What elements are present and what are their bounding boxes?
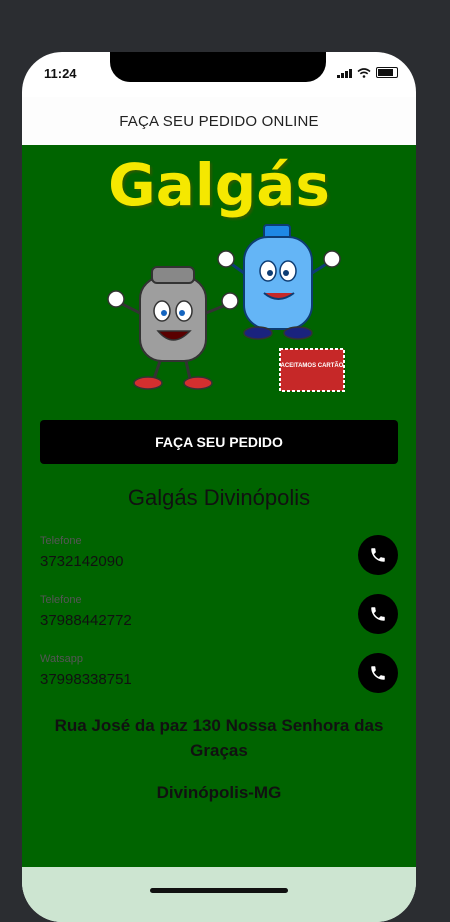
contact-phone: 37988442772 — [40, 612, 132, 629]
store-address: Rua José da paz 130 Nossa Senhora das Gr… — [54, 716, 384, 760]
brand-logo: Galgás — [108, 151, 330, 219]
status-time: 11:24 — [44, 66, 77, 81]
app-bar: FAÇA SEU PEDIDO ONLINE — [22, 97, 416, 145]
battery-icon — [376, 67, 398, 78]
gas-cylinder-mascot — [107, 266, 239, 390]
mascot-illustration: ACEITAMOS CARTÃO — [107, 224, 345, 392]
main-content: Galgás ACEITAMOS CARTÃO FAÇA SEU PEDIDO … — [22, 145, 416, 867]
store-city: Divinópolis-MG — [156, 783, 282, 802]
phone-icon — [371, 548, 385, 562]
contact-row: Telefone 3732142090 — [40, 535, 398, 583]
phone-icon — [371, 666, 385, 680]
signal-icon — [337, 68, 352, 78]
app-bar-title: FAÇA SEU PEDIDO ONLINE — [119, 112, 319, 130]
card-badge-text: ACEITAMOS CARTÃO — [281, 362, 344, 369]
contact-row: Telefone 37988442772 — [40, 594, 398, 642]
phone-frame: 11:24 FAÇA SEU PEDIDO ONLINE Galgás ACEI… — [22, 52, 416, 922]
contact-row: Watsapp 37998338751 — [40, 653, 398, 701]
contact-phone: 3732142090 — [40, 553, 124, 570]
contact-label: Telefone — [40, 535, 82, 547]
store-name: Galgás Divinópolis — [127, 485, 311, 510]
call-button[interactable] — [358, 653, 398, 693]
call-button[interactable] — [358, 594, 398, 634]
bottom-bar — [22, 867, 416, 922]
wifi-icon — [357, 67, 371, 78]
contact-label: Telefone — [40, 594, 82, 606]
phone-icon — [371, 607, 385, 621]
card-badge: ACEITAMOS CARTÃO — [279, 348, 345, 392]
contact-whatsapp: 37998338751 — [40, 671, 132, 688]
status-icons — [337, 67, 398, 78]
call-button[interactable] — [358, 535, 398, 575]
home-indicator[interactable] — [150, 888, 288, 893]
water-jug-mascot — [217, 224, 341, 340]
device-notch — [110, 52, 326, 82]
contact-label: Watsapp — [40, 653, 84, 665]
place-order-button[interactable]: FAÇA SEU PEDIDO — [40, 420, 398, 464]
